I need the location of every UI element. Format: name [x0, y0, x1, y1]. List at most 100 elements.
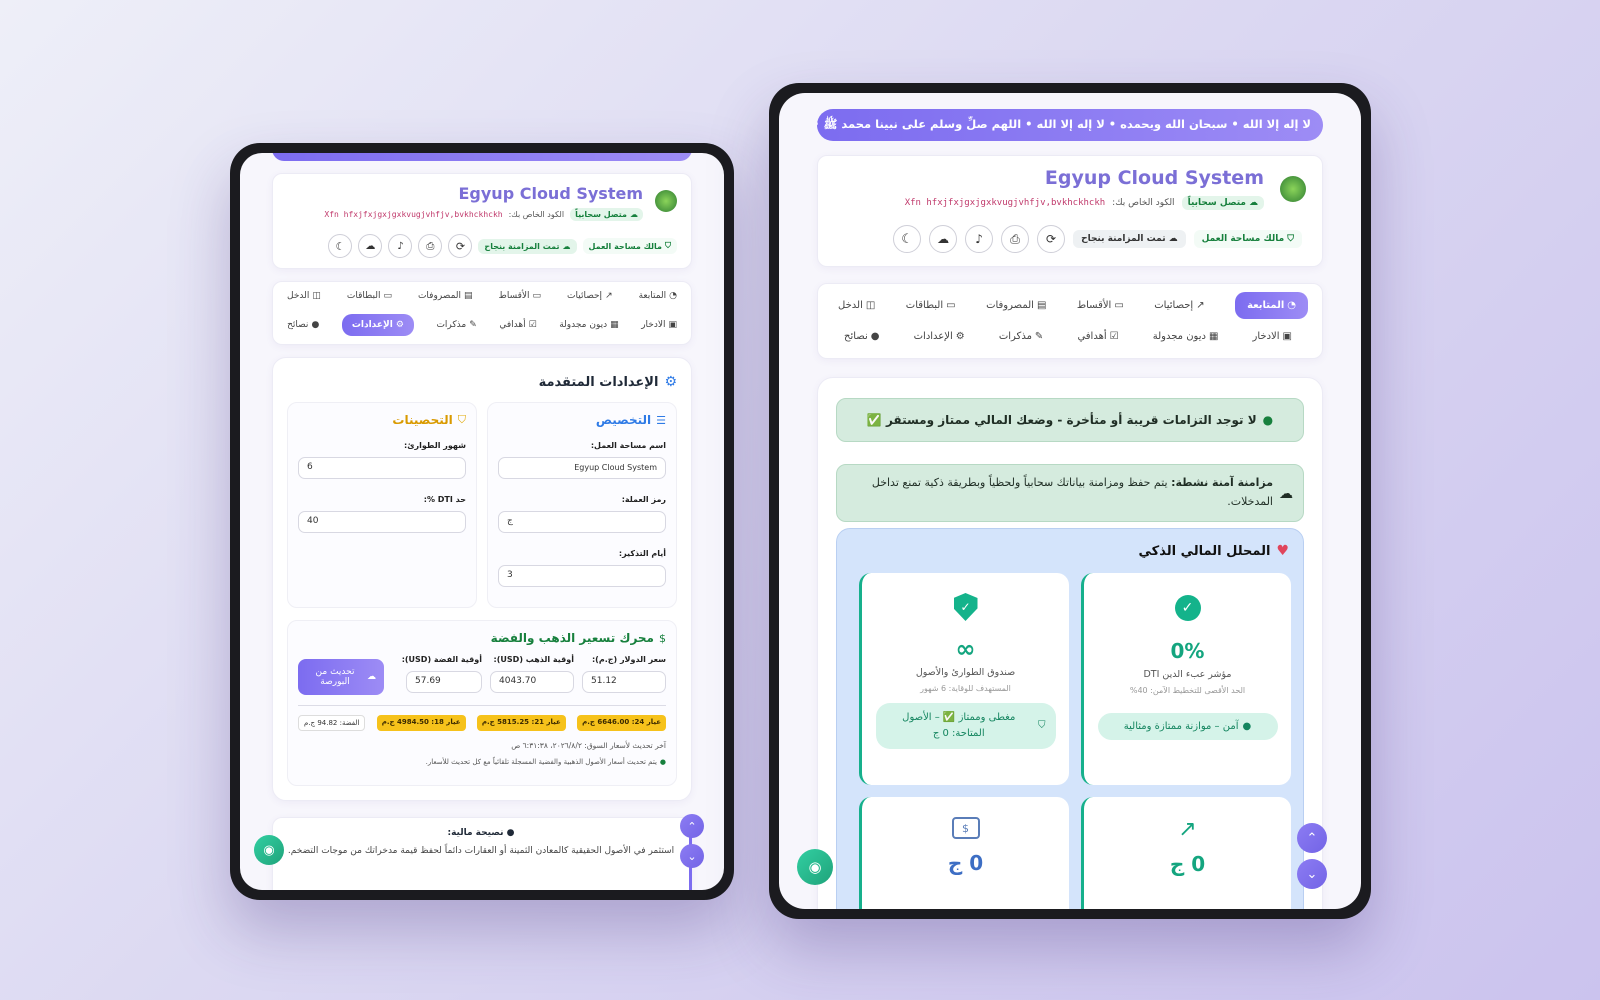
check-circle-icon: ● [1262, 413, 1274, 427]
tab-tips[interactable]: ● نصائح [844, 331, 879, 342]
currency-input[interactable]: ج [498, 511, 666, 533]
tab-income[interactable]: ◫ الدخل [838, 300, 875, 311]
eye-icon: ◉ [808, 858, 822, 876]
tab-tips[interactable]: ● نصائح [287, 320, 319, 330]
dashboard-panel: ● لا توجد التزامات قريبة أو متأخرة - وضع… [817, 377, 1323, 909]
print-button[interactable]: ⎙ [418, 234, 443, 258]
bell-button[interactable]: ♪ [388, 234, 413, 258]
tab-goals[interactable]: ☑ أهدافي [499, 320, 536, 330]
gold-title: محرك تسعير الذهب والفضة [490, 631, 654, 645]
money-icon: ◫ [312, 291, 321, 301]
karat24-badge: عيار 24: 6646.00 ج.م [577, 715, 666, 731]
tab-cards[interactable]: ▭ البطاقات [906, 300, 956, 311]
usd-input[interactable]: 51.12 [582, 671, 666, 693]
cash-card: $ 0 ج [859, 797, 1069, 909]
tab-settings[interactable]: ⚙ الإعدادات [341, 314, 414, 336]
shield-icon: ⛉ [1038, 720, 1046, 731]
privacy-toggle-button[interactable]: ◉ [254, 835, 284, 865]
print-icon: ⎙ [1010, 231, 1020, 246]
save-icon: ▣ [1282, 331, 1292, 342]
tab-follow[interactable]: ◔ المتابعة [639, 291, 677, 301]
tab-expenses[interactable]: ▤ المصروفات [418, 291, 473, 301]
dti-status: ● آمن – موازنة ممتازة ومثالية [1097, 713, 1278, 740]
gear-icon: ⚙ [395, 320, 404, 330]
gold-oz-input[interactable]: 4043.70 [490, 671, 574, 693]
tab-scheduled-debts[interactable]: ▦ ديون مجدولة [1153, 331, 1219, 342]
emergency-months-input[interactable]: 6 [298, 457, 466, 479]
card-icon: ▭ [1114, 300, 1124, 311]
print-button[interactable]: ⎙ [1001, 225, 1030, 253]
dti-label: مؤشر عبء الدين DTI [1143, 669, 1232, 680]
dti-limit-input[interactable]: 40 [298, 511, 466, 533]
customization-title: التخصيص [595, 413, 652, 427]
workspace-label: اسم مساحة العمل: [590, 441, 666, 450]
trend-value: 0 ج [1169, 852, 1206, 876]
settings-title: الإعدادات المتقدمة [538, 374, 659, 390]
calendar-icon: ▦ [1208, 331, 1219, 342]
check-icon: ☑ [1109, 331, 1119, 342]
tab-stats[interactable]: ↗ إحصائيات [1154, 300, 1204, 311]
scroll-down-button[interactable]: ⌄ [680, 844, 704, 868]
scroll-up-button[interactable]: ⌃ [1297, 823, 1327, 853]
tab-goals[interactable]: ☑ أهدافي [1077, 331, 1118, 342]
owner-badge: ⛉ مالك مساحة العمل [1193, 230, 1302, 248]
cloud-check-icon: ☁ [1279, 486, 1293, 502]
bulb-icon: ● [870, 331, 880, 342]
tab-notes[interactable]: ✎ مذكرات [999, 331, 1043, 342]
emergency-value: ∞ [955, 635, 976, 663]
currency-label: رمز العملة: [621, 495, 666, 504]
scroll-up-button[interactable]: ⌃ [680, 814, 704, 838]
tab-stats[interactable]: ↗ إحصائيات [567, 291, 613, 301]
financial-tip: ● نصيحة مالية: استثمر في الأصول الحقيقية… [272, 817, 692, 890]
cloud-button[interactable]: ☁ [929, 225, 958, 253]
bell-button[interactable]: ♪ [965, 225, 994, 253]
shield-icon: ⛉ [457, 413, 466, 426]
ticker-bar: لا إله إلا الله • سبحان الله وبحمده • لا… [817, 109, 1323, 141]
cloud-button[interactable]: ☁ [358, 234, 383, 258]
cloud-icon: ☁ [365, 240, 376, 252]
app-logo [1280, 176, 1306, 202]
no-debts-alert: ● لا توجد التزامات قريبة أو متأخرة - وضع… [836, 398, 1304, 442]
note-icon: ✎ [469, 320, 477, 330]
sliders-icon: ☰ [656, 413, 666, 427]
privacy-toggle-button[interactable]: ◉ [797, 849, 833, 885]
refresh-button[interactable]: ⟳ [448, 234, 473, 258]
silver-oz-input[interactable]: 57.69 [406, 671, 482, 693]
tab-savings[interactable]: ▣ الادخار [641, 320, 677, 330]
check-circle-icon: ✓ [1174, 595, 1201, 621]
tab-expenses[interactable]: ▤ المصروفات [986, 300, 1046, 311]
karat18-badge: عيار 18: 4984.50 ج.م [376, 715, 466, 731]
scroll-down-button[interactable]: ⌄ [1297, 859, 1327, 889]
check-icon: ☑ [528, 320, 537, 330]
online-badge: ☁ متصل سحابياً [1181, 196, 1264, 210]
dark-mode-button[interactable]: ☾ [328, 234, 353, 258]
dark-mode-button[interactable]: ☾ [893, 225, 922, 253]
tab-savings[interactable]: ▣ الادخار [1253, 331, 1292, 342]
cash-value: 0 ج [947, 851, 984, 875]
workspace-input[interactable]: Egyup Cloud System [498, 457, 666, 479]
check-circle-icon: ● [659, 758, 666, 766]
tab-income[interactable]: ◫ الدخل [287, 291, 321, 301]
tab-follow[interactable]: ◔ المتابعة [1235, 292, 1308, 319]
auto-update-note: يتم تحديث أسعار الأصول الذهبية والفضية ا… [425, 758, 657, 766]
tip-text: استثمر في الأصول الحقيقية كالمعادن الثمي… [287, 846, 675, 856]
bulb-icon: ● [506, 828, 515, 838]
tab-scheduled-debts[interactable]: ▦ ديون مجدولة [559, 320, 618, 330]
update-prices-button[interactable]: ☁ تحديث من البورصة [298, 659, 384, 695]
tab-installments[interactable]: ▭ الأقساط [1077, 300, 1124, 311]
usd-label: سعر الدولار (ج.م): [591, 655, 666, 664]
receipt-icon: ▤ [464, 291, 473, 301]
tab-installments[interactable]: ▭ الأقساط [499, 291, 542, 301]
cloud-icon: ☁ [562, 241, 571, 251]
card-icon: ▭ [383, 291, 392, 301]
tab-notes[interactable]: ✎ مذكرات [436, 320, 476, 330]
note-icon: ✎ [1034, 331, 1044, 342]
reminder-input[interactable]: 3 [498, 565, 666, 587]
tab-settings[interactable]: ⚙ الإعدادات [914, 331, 965, 342]
sync-alert-title: مزامنة آمنة نشطة: [1171, 476, 1273, 489]
trend-chart-icon: ↗ [1178, 817, 1197, 842]
tab-cards[interactable]: ▭ البطاقات [347, 291, 392, 301]
dti-value: 0% [1170, 639, 1205, 663]
refresh-button[interactable]: ⟳ [1037, 225, 1066, 253]
emergency-status: ⛉ مغطى وممتاز ✅ – الأصول المتاحة: 0 ج [875, 703, 1056, 749]
